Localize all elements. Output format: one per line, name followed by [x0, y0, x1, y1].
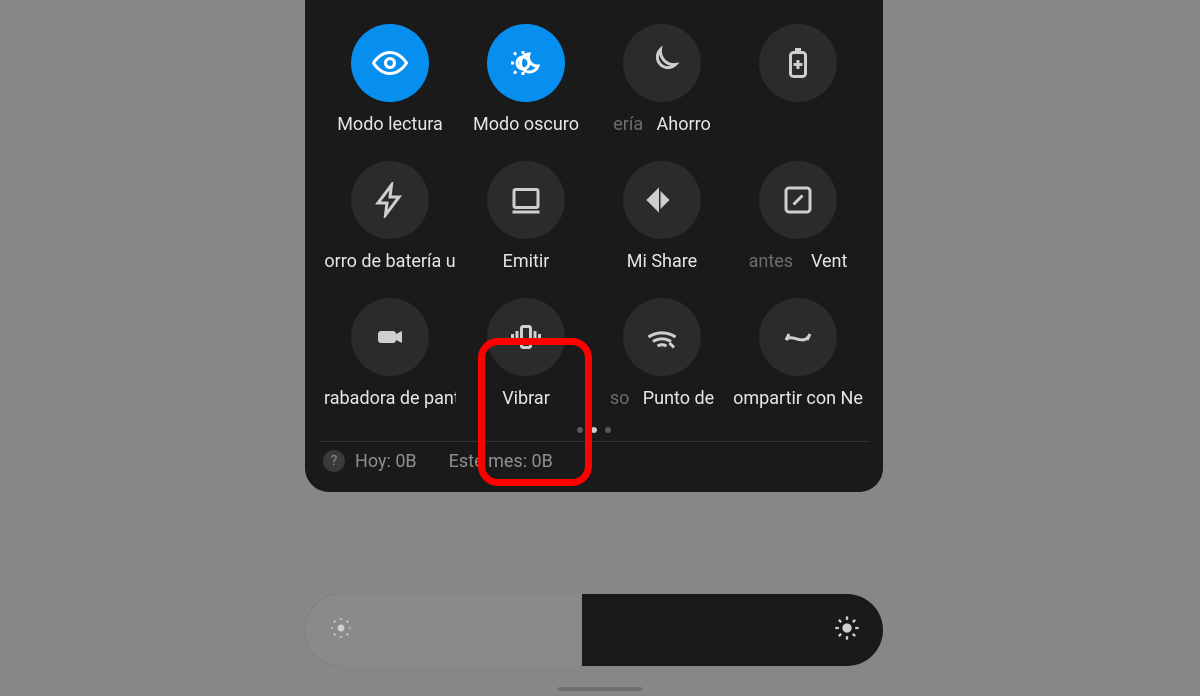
- vibrate-icon: [487, 298, 565, 376]
- tile-ultra-battery-saver[interactable]: orro de batería u: [325, 161, 455, 272]
- tile-dark-mode[interactable]: Modo oscuro: [461, 24, 591, 135]
- battery-plus-icon: [759, 24, 837, 102]
- moon-icon: [623, 24, 701, 102]
- eye-icon: [351, 24, 429, 102]
- tile-hotspot[interactable]: so Punto de: [597, 298, 727, 409]
- tile-cast[interactable]: Emitir: [461, 161, 591, 272]
- tile-label: rabadora de pant: [324, 388, 456, 409]
- brightness-high-icon: [833, 614, 861, 646]
- nearby-icon: [759, 298, 837, 376]
- tile-label: Emitir: [503, 251, 550, 272]
- tile-floating-windows[interactable]: antes Vent: [733, 161, 863, 272]
- tile-screen-recorder[interactable]: rabadora de pant: [325, 298, 455, 409]
- brightness-low-icon: [327, 614, 355, 646]
- tile-label: Modo oscuro: [473, 114, 579, 135]
- tile-label: Mi Share: [627, 251, 697, 272]
- tile-label: ompartir con Ne: [733, 388, 863, 409]
- tile-label: Modo lectura: [337, 114, 443, 135]
- sun-moon-icon: [487, 24, 565, 102]
- cast-icon: [487, 161, 565, 239]
- tile-do-not-disturb[interactable]: ería Ahorro: [597, 24, 727, 135]
- tile-nearby-share[interactable]: ompartir con Ne: [733, 298, 863, 409]
- page-indicator: [311, 427, 877, 433]
- tile-label: antes Vent: [749, 251, 848, 272]
- data-usage-footer[interactable]: ? Hoy: 0B Este mes: 0B: [311, 442, 877, 480]
- tile-mi-share[interactable]: Mi Share: [597, 161, 727, 272]
- bolt-icon: [351, 161, 429, 239]
- brightness-slider[interactable]: [305, 594, 883, 666]
- help-icon: ?: [323, 450, 345, 472]
- today-usage: Hoy: 0B: [355, 451, 417, 472]
- mishare-icon: [623, 161, 701, 239]
- tile-label: so Punto de: [610, 388, 714, 409]
- tile-label: Vibrar: [502, 388, 550, 409]
- tile-battery-saver[interactable]: Ahorro: [733, 24, 863, 135]
- video-icon: [351, 298, 429, 376]
- tile-label: ería Ahorro: [613, 114, 711, 135]
- tile-reading-mode[interactable]: Modo lectura: [325, 24, 455, 135]
- tile-vibrate[interactable]: Vibrar: [461, 298, 591, 409]
- home-indicator[interactable]: [558, 687, 642, 691]
- hotspot-icon: [623, 298, 701, 376]
- month-usage: Este mes: 0B: [449, 451, 553, 472]
- quick-settings-panel: Modo lectura Modo oscuro ería Ahorro: [305, 0, 883, 492]
- tile-label: orro de batería u: [324, 251, 455, 272]
- expand-icon: [759, 161, 837, 239]
